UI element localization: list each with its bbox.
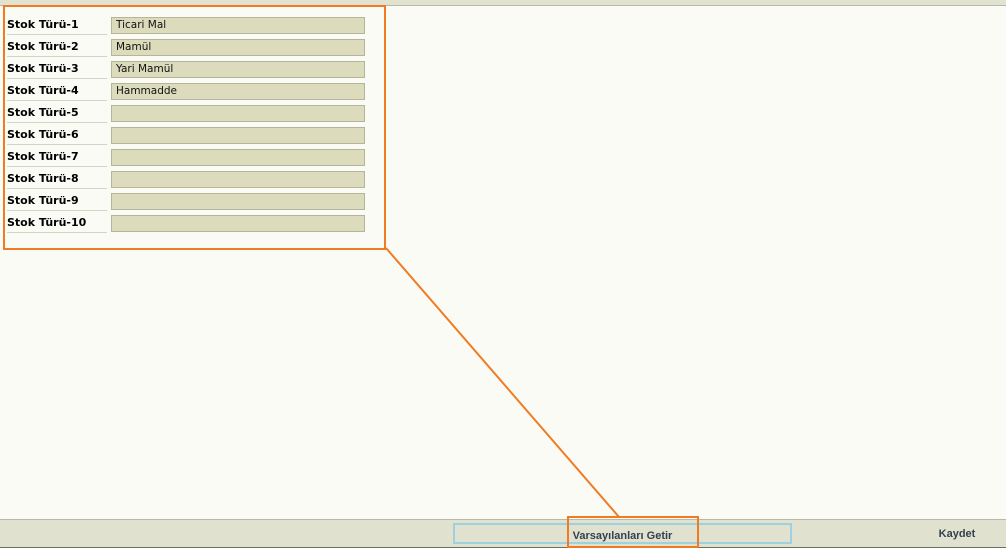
stock-type-label-5: Stok Türü-5 bbox=[7, 102, 107, 123]
stock-type-input-8[interactable] bbox=[111, 171, 365, 188]
stock-type-label-1: Stok Türü-1 bbox=[7, 14, 107, 35]
stock-type-input-1[interactable] bbox=[111, 17, 365, 34]
stock-type-label-6: Stok Türü-6 bbox=[7, 124, 107, 145]
bottom-toolbar: Varsayılanları Getir Kaydet bbox=[0, 519, 1006, 548]
stock-type-label-10: Stok Türü-10 bbox=[7, 212, 107, 233]
stock-type-input-2[interactable] bbox=[111, 39, 365, 56]
stock-type-input-6[interactable] bbox=[111, 127, 365, 144]
stock-type-input-10[interactable] bbox=[111, 215, 365, 232]
save-button[interactable]: Kaydet bbox=[925, 523, 989, 544]
get-defaults-button[interactable]: Varsayılanları Getir bbox=[453, 523, 792, 544]
stock-type-input-9[interactable] bbox=[111, 193, 365, 210]
stock-type-label-4: Stok Türü-4 bbox=[7, 80, 107, 101]
stock-type-label-7: Stok Türü-7 bbox=[7, 146, 107, 167]
top-strip bbox=[0, 0, 1006, 6]
stock-type-label-2: Stok Türü-2 bbox=[7, 36, 107, 57]
stock-type-label-8: Stok Türü-8 bbox=[7, 168, 107, 189]
stock-type-input-3[interactable] bbox=[111, 61, 365, 78]
stock-type-input-5[interactable] bbox=[111, 105, 365, 122]
stock-type-input-7[interactable] bbox=[111, 149, 365, 166]
stock-type-input-4[interactable] bbox=[111, 83, 365, 100]
stock-type-label-9: Stok Türü-9 bbox=[7, 190, 107, 211]
stock-type-label-3: Stok Türü-3 bbox=[7, 58, 107, 79]
